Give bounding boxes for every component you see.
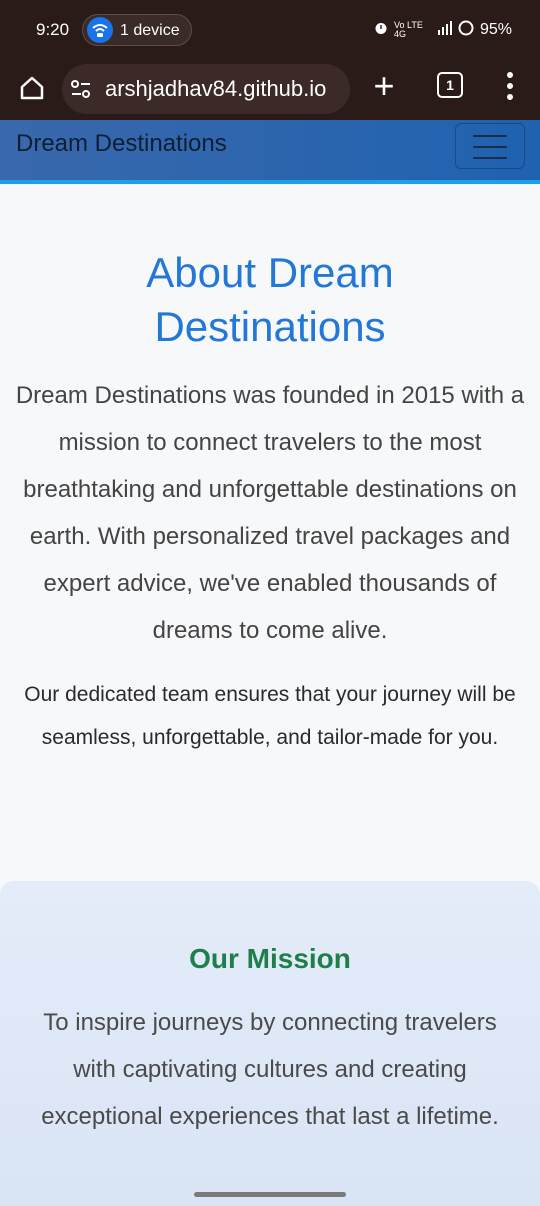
about-team-paragraph: Our dedicated team ensures that your jou…: [24, 683, 516, 749]
url-text: arshjadhav84.github.io: [105, 76, 327, 101]
about-title: About Dream Destinations: [146, 249, 394, 350]
network-label: Vo LTE 4G: [393, 20, 423, 39]
battery-icon: [458, 20, 474, 41]
status-bar: 9:20 1 device Vo LTE 4G 95%: [0, 0, 540, 60]
mission-text: To inspire journeys by connecting travel…: [41, 1009, 499, 1130]
address-bar[interactable]: arshjadhav84.github.io: [62, 64, 350, 114]
status-time: 9:20: [36, 20, 70, 39]
brand-link[interactable]: Dream Destinations: [16, 130, 227, 158]
home-icon[interactable]: [18, 74, 46, 102]
gesture-nav-bar[interactable]: [194, 1192, 346, 1197]
new-tab-icon[interactable]: +: [370, 68, 398, 108]
signal-icon: [437, 20, 452, 40]
more-options-icon[interactable]: [500, 72, 520, 104]
wifi-hotspot-icon: [87, 17, 113, 43]
alarm-icon: [374, 21, 388, 40]
site-navbar: Dream Destinations: [0, 120, 540, 180]
browser-toolbar: arshjadhav84.github.io + 1: [0, 60, 540, 120]
hamburger-menu-button[interactable]: [455, 123, 525, 169]
mission-title: Our Mission: [189, 943, 351, 974]
battery-level: 95%: [479, 21, 512, 38]
about-paragraph: Dream Destinations was founded in 2015 w…: [15, 382, 525, 644]
hamburger-line: [473, 157, 507, 159]
tab-switcher-button[interactable]: 1: [437, 72, 463, 98]
chip-label: 1 device: [120, 22, 180, 39]
mission-card: Our Mission To inspire journeys by conne…: [0, 881, 540, 1206]
status-icons: Vo LTE 4G 95%: [374, 19, 512, 41]
site-settings-icon[interactable]: [70, 79, 92, 99]
connected-devices-chip[interactable]: 1 device: [82, 14, 192, 46]
navbar-underline: [0, 180, 540, 184]
hamburger-line: [473, 135, 507, 137]
hamburger-line: [473, 146, 507, 148]
